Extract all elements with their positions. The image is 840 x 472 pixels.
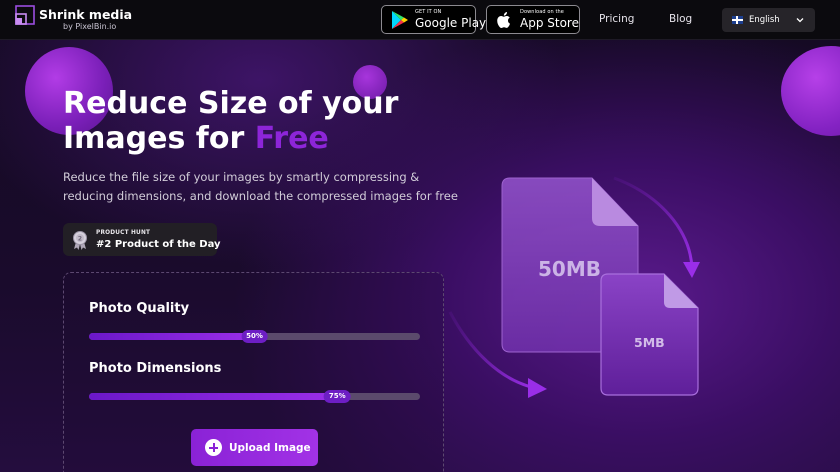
apple-icon bbox=[497, 11, 510, 28]
photo-dimensions-value[interactable]: 75% bbox=[323, 390, 351, 403]
uk-flag-icon bbox=[732, 16, 743, 24]
photo-quality-slider-fill bbox=[89, 333, 255, 340]
google-play-label: Google Play bbox=[415, 16, 487, 30]
upload-image-button[interactable]: Upload Image bbox=[191, 429, 318, 466]
app-store-button[interactable]: Download on the App Store bbox=[486, 5, 580, 34]
brand-name[interactable]: Shrink media bbox=[39, 7, 132, 22]
original-size-label: 50MB bbox=[538, 257, 601, 281]
photo-dimensions-slider-fill bbox=[89, 393, 338, 400]
product-hunt-label: PRODUCT HUNT bbox=[96, 230, 151, 236]
compression-illustration bbox=[448, 176, 700, 398]
hero-title: Reduce Size of your Images for Free bbox=[63, 86, 483, 156]
product-hunt-badge[interactable]: 2 PRODUCT HUNT #2 Product of the Day bbox=[63, 223, 221, 256]
hero-title-line2: Images for bbox=[63, 121, 255, 156]
arrow-head-top bbox=[683, 262, 700, 278]
brand-subtitle: by PixelBin.io bbox=[63, 22, 117, 31]
app-store-small-text: Download on the bbox=[520, 9, 564, 15]
photo-quality-label: Photo Quality bbox=[89, 301, 190, 316]
photo-dimensions-label: Photo Dimensions bbox=[89, 361, 222, 376]
page: Shrink media by PixelBin.io GET IT ON Go… bbox=[0, 0, 840, 472]
photo-quality-value[interactable]: 50% bbox=[241, 330, 268, 343]
shrink-media-logo-icon[interactable] bbox=[15, 5, 35, 25]
upload-image-label: Upload Image bbox=[229, 441, 311, 454]
decorative-orb bbox=[781, 46, 840, 136]
nav-link-blog[interactable]: Blog bbox=[669, 13, 692, 25]
hero-title-highlight: Free bbox=[254, 121, 329, 156]
chevron-down-icon bbox=[796, 18, 804, 23]
svg-text:2: 2 bbox=[78, 236, 82, 243]
medal-icon: 2 bbox=[73, 231, 87, 250]
hero-title-line1: Reduce Size of your bbox=[63, 86, 399, 121]
language-select[interactable]: English bbox=[722, 8, 815, 32]
google-play-icon bbox=[392, 10, 408, 29]
nav-link-pricing[interactable]: Pricing bbox=[599, 13, 634, 25]
app-store-label: App Store bbox=[520, 16, 579, 30]
top-navbar: Shrink media by PixelBin.io GET IT ON Go… bbox=[0, 0, 840, 40]
hero-description: Reduce the file size of your images by s… bbox=[63, 170, 458, 203]
photo-dimensions-slider[interactable]: 75% bbox=[89, 390, 420, 403]
compressed-size-label: 5MB bbox=[634, 335, 665, 350]
compression-controls-card: Photo Quality 50% Photo Dimensions 75% U… bbox=[63, 272, 444, 472]
photo-quality-slider[interactable]: 50% bbox=[89, 330, 420, 343]
plus-icon bbox=[205, 439, 222, 456]
arrow-head-bottom bbox=[528, 378, 547, 398]
language-label: English bbox=[749, 15, 780, 25]
google-play-button[interactable]: GET IT ON Google Play bbox=[381, 5, 486, 34]
product-hunt-rank: #2 Product of the Day bbox=[96, 239, 221, 250]
google-play-small-text: GET IT ON bbox=[415, 9, 442, 15]
